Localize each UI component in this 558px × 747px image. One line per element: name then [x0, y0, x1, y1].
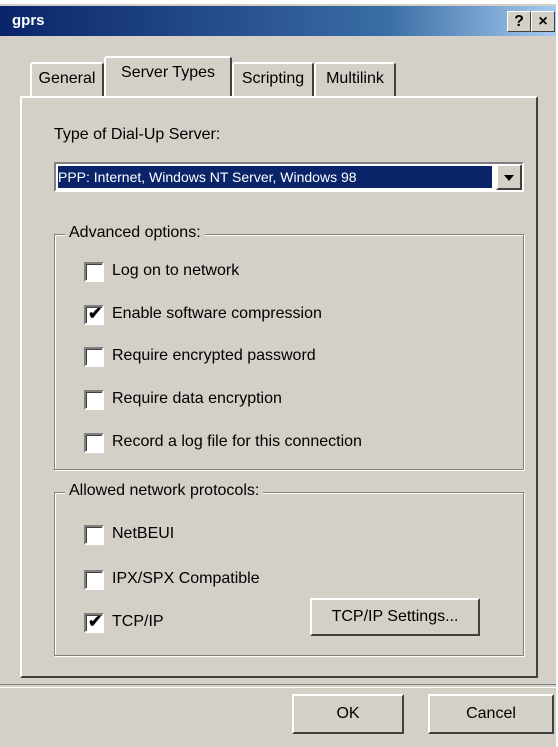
data-encryption-label: Require data encryption	[112, 390, 282, 407]
server-type-select[interactable]: PPP: Internet, Windows NT Server, Window…	[54, 162, 524, 192]
checkbox-ipx-spx[interactable]	[84, 570, 104, 590]
software-compression-label: Enable software compression	[112, 305, 322, 322]
record-log-label: Record a log file for this connection	[112, 433, 362, 450]
checkbox-log-on[interactable]	[84, 262, 104, 282]
server-type-label: Type of Dial-Up Server:	[54, 126, 221, 143]
server-type-value: PPP: Internet, Windows NT Server, Window…	[58, 166, 492, 188]
checkbox-software-compression[interactable]: ✔	[84, 304, 104, 325]
dialog-window: gprs ? × General Server Types Scripting …	[0, 4, 556, 747]
ok-button[interactable]: OK	[292, 694, 404, 734]
checkmark-icon: ✔	[88, 612, 103, 631]
protocols-legend: Allowed network protocols:	[65, 482, 264, 500]
tcp-ip-settings-button[interactable]: TCP/IP Settings...	[310, 598, 480, 636]
checkbox-tcp-ip[interactable]: ✔	[84, 612, 104, 633]
checkbox-data-encryption[interactable]	[84, 390, 104, 410]
tcp-ip-label: TCP/IP	[112, 613, 164, 630]
footer-separator	[0, 684, 556, 688]
log-on-label: Log on to network	[112, 262, 240, 279]
encrypted-password-label: Require encrypted password	[112, 347, 316, 364]
cancel-button[interactable]: Cancel	[428, 694, 554, 734]
netbeui-label: NetBEUI	[112, 525, 175, 542]
checkmark-icon: ✔	[88, 304, 103, 323]
checkbox-record-log[interactable]	[84, 433, 104, 453]
advanced-options-legend: Advanced options:	[65, 224, 205, 242]
checkbox-encrypted-password[interactable]	[84, 347, 104, 367]
checkbox-netbeui[interactable]	[84, 525, 104, 545]
ipx-spx-label: IPX/SPX Compatible	[112, 570, 260, 587]
dropdown-arrow-icon[interactable]	[496, 164, 522, 190]
